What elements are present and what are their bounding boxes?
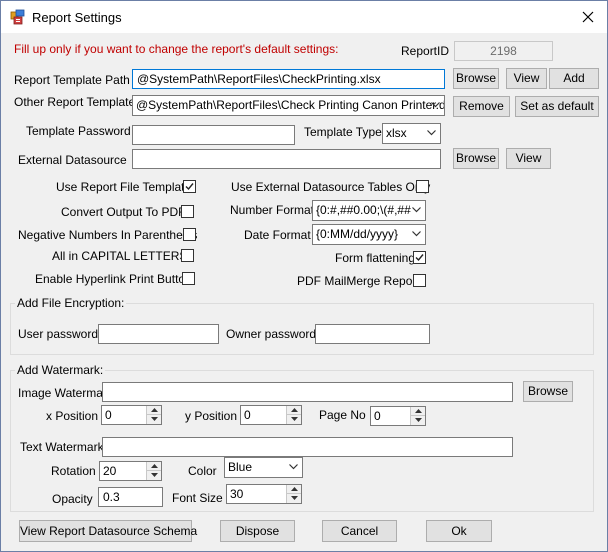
- use-external-ds-only-checkbox[interactable]: [416, 180, 429, 193]
- all-caps-checkbox[interactable]: [181, 249, 194, 262]
- chevron-down-icon: [412, 207, 421, 213]
- enable-hyperlink-label: Enable Hyperlink Print Button: [35, 272, 192, 286]
- y-position-spinner[interactable]: 0: [240, 405, 302, 425]
- date-format-value: {0:MM/dd/yyyy}: [316, 227, 399, 241]
- chevron-down-icon: [289, 464, 298, 470]
- cancel-button[interactable]: Cancel: [322, 520, 397, 542]
- remove-button[interactable]: Remove: [453, 96, 510, 117]
- spin-down-icon[interactable]: [146, 471, 161, 480]
- negative-parenthesis-checkbox[interactable]: [183, 228, 196, 241]
- template-type-value: xlsx: [386, 126, 407, 140]
- template-type-select[interactable]: xlsx: [382, 123, 441, 144]
- rotation-spinner[interactable]: 20: [99, 461, 162, 481]
- number-format-value: {0:#,##0.00;\(#,##: [316, 203, 411, 217]
- y-position-label: y Position: [185, 409, 238, 423]
- spin-up-icon[interactable]: [146, 406, 161, 415]
- convert-output-pdf-label: Convert Output To PDF: [61, 205, 186, 219]
- dispose-button[interactable]: Dispose: [220, 520, 295, 542]
- rotation-value: 20: [103, 464, 117, 478]
- x-position-label: x Position: [46, 409, 99, 423]
- external-ds-view-button[interactable]: View: [506, 148, 551, 169]
- page-no-value: 0: [374, 409, 381, 423]
- set-default-button[interactable]: Set as default: [515, 96, 599, 117]
- use-external-ds-only-label: Use External Datasource Tables Only: [231, 180, 431, 194]
- font-size-value: 30: [230, 487, 244, 501]
- app-icon: [10, 9, 26, 25]
- use-report-file-template-label: Use Report File Template: [56, 180, 192, 194]
- encryption-group-label: Add File Encryption:: [15, 296, 127, 310]
- y-position-value: 0: [244, 408, 251, 422]
- title-bar: Report Settings: [1, 1, 607, 33]
- user-password-input[interactable]: [98, 324, 219, 344]
- external-ds-browse-button[interactable]: Browse: [453, 148, 499, 169]
- owner-password-input[interactable]: [315, 324, 430, 344]
- use-report-file-template-checkbox[interactable]: [183, 180, 196, 193]
- date-format-label: Date Format: [244, 228, 311, 242]
- chevron-down-icon: [412, 231, 421, 237]
- form-flattening-checkbox[interactable]: [413, 251, 426, 264]
- ok-button[interactable]: Ok: [426, 520, 492, 542]
- enable-hyperlink-checkbox[interactable]: [182, 272, 195, 285]
- other-templates-select[interactable]: @SystemPath\ReportFiles\Check Printing C…: [132, 95, 445, 116]
- external-ds-input[interactable]: [132, 149, 441, 169]
- view-schema-button[interactable]: View Report Datasource Schema: [19, 520, 197, 542]
- template-type-label: Template Type: [304, 125, 382, 139]
- user-password-label: User password: [18, 327, 99, 341]
- image-watermark-label: Image Watermark: [18, 386, 113, 400]
- image-watermark-input[interactable]: [102, 382, 513, 402]
- rotation-label: Rotation: [51, 464, 96, 478]
- text-watermark-input[interactable]: [102, 437, 513, 457]
- template-add-button[interactable]: Add: [549, 68, 599, 89]
- date-format-select[interactable]: {0:MM/dd/yyyy}: [312, 224, 426, 245]
- chevron-down-icon: [427, 130, 436, 136]
- opacity-input[interactable]: 0.3: [98, 487, 163, 507]
- form-flattening-label: Form flattening: [335, 251, 416, 265]
- spin-down-icon[interactable]: [286, 415, 301, 424]
- color-select[interactable]: Blue: [224, 457, 303, 478]
- report-id-label: ReportID: [401, 44, 450, 58]
- template-password-input[interactable]: [132, 125, 295, 145]
- font-size-label: Font Size: [172, 491, 223, 505]
- pdf-mailmerge-label: PDF MailMerge Report: [297, 274, 420, 288]
- page-no-spinner[interactable]: 0: [370, 406, 426, 426]
- x-position-spinner[interactable]: 0: [101, 405, 162, 425]
- window-title: Report Settings: [32, 10, 122, 25]
- pdf-mailmerge-checkbox[interactable]: [413, 274, 426, 287]
- template-path-label: Report Template Path: [14, 73, 130, 87]
- spin-down-icon[interactable]: [410, 416, 425, 425]
- color-value: Blue: [228, 460, 253, 474]
- template-password-label: Template Password: [26, 124, 131, 138]
- spin-up-icon[interactable]: [286, 406, 301, 415]
- spin-up-icon[interactable]: [146, 462, 161, 471]
- negative-parenthesis-label: Negative Numbers In Parenthesis: [18, 228, 198, 242]
- report-id-field: 2198: [454, 41, 553, 61]
- page-no-label: Page No: [319, 408, 366, 422]
- report-settings-window: Report Settings Fill up only if you want…: [0, 0, 608, 552]
- notice-text: Fill up only if you want to change the r…: [14, 42, 339, 56]
- template-view-button[interactable]: View: [506, 68, 547, 89]
- spin-up-icon[interactable]: [286, 485, 301, 494]
- spin-down-icon[interactable]: [286, 494, 301, 503]
- font-size-spinner[interactable]: 30: [226, 484, 302, 504]
- template-browse-button[interactable]: Browse: [453, 68, 499, 89]
- owner-password-label: Owner password: [226, 327, 317, 341]
- spin-up-icon[interactable]: [410, 407, 425, 416]
- spin-down-icon[interactable]: [146, 415, 161, 424]
- other-templates-label: Other Report Templates: [14, 95, 142, 109]
- number-format-select[interactable]: {0:#,##0.00;\(#,##: [312, 200, 426, 221]
- template-path-input[interactable]: @SystemPath\ReportFiles\CheckPrinting.xl…: [132, 69, 445, 89]
- other-templates-value: @SystemPath\ReportFiles\Check Printing C…: [136, 98, 445, 112]
- color-label: Color: [188, 464, 217, 478]
- all-caps-label: All in CAPITAL LETTERS: [52, 249, 188, 263]
- image-watermark-browse-button[interactable]: Browse: [523, 381, 573, 402]
- chevron-down-icon: [431, 102, 440, 108]
- number-format-label: Number Format: [230, 203, 315, 217]
- close-icon[interactable]: [577, 7, 599, 27]
- convert-output-pdf-checkbox[interactable]: [181, 205, 194, 218]
- watermark-group-label: Add Watermark:: [15, 363, 106, 377]
- external-ds-label: External Datasource: [18, 153, 127, 167]
- opacity-label: Opacity: [52, 492, 93, 506]
- text-watermark-label: Text Watermark: [20, 440, 104, 454]
- x-position-value: 0: [105, 408, 112, 422]
